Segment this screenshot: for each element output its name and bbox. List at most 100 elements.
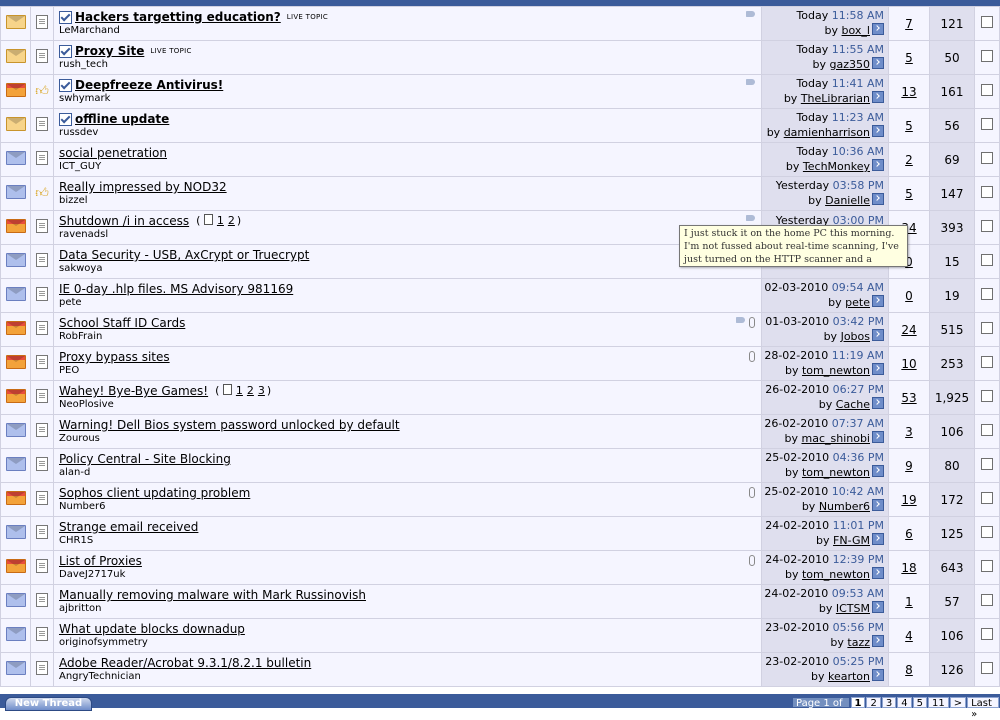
thread-starter[interactable]: RobFrain	[59, 331, 761, 343]
thread-starter[interactable]: swhymark	[59, 93, 761, 105]
last-poster-link[interactable]: tom_newton	[802, 364, 870, 377]
thread-starter[interactable]: DaveJ2717uk	[59, 569, 761, 581]
page-link[interactable]: 1	[850, 697, 866, 709]
thread-starter[interactable]: PEO	[59, 365, 761, 377]
last-poster-link[interactable]: TechMonkey	[803, 160, 870, 173]
go-to-last-post-icon[interactable]	[872, 431, 884, 443]
page-link[interactable]: 11	[927, 697, 949, 709]
go-to-last-post-icon[interactable]	[872, 567, 884, 579]
last-poster-link[interactable]: box_l	[842, 24, 870, 37]
thread-title-link[interactable]: IE 0-day .hlp files. MS Advisory 981169	[59, 282, 293, 296]
thread-select-checkbox[interactable]	[981, 220, 993, 232]
thread-title-link[interactable]: Policy Central - Site Blocking	[59, 452, 231, 466]
last-poster-link[interactable]: Number6	[819, 500, 870, 513]
go-to-last-post-icon[interactable]	[872, 57, 884, 69]
thread-select-checkbox[interactable]	[981, 118, 993, 130]
thread-starter[interactable]: ICT_GUY	[59, 161, 761, 173]
new-thread-button[interactable]: New Thread	[5, 697, 92, 711]
replies-link[interactable]: 6	[905, 527, 913, 541]
replies-link[interactable]: 5	[905, 119, 913, 133]
thread-page-link[interactable]: 2	[228, 214, 235, 227]
last-poster-link[interactable]: gaz350	[830, 58, 871, 71]
last-poster-link[interactable]: damienharrison	[784, 126, 870, 139]
page-link[interactable]: 4	[897, 697, 912, 709]
replies-link[interactable]: 5	[905, 51, 913, 65]
thread-title-link[interactable]: School Staff ID Cards	[59, 316, 185, 330]
thread-title-link[interactable]: Really impressed by NOD32	[59, 180, 227, 194]
replies-link[interactable]: 5	[905, 187, 913, 201]
go-to-last-post-icon[interactable]	[872, 23, 884, 35]
last-poster-link[interactable]: Jobos	[841, 330, 870, 343]
replies-link[interactable]: 19	[901, 493, 916, 507]
go-to-last-post-icon[interactable]	[872, 533, 884, 545]
thread-starter[interactable]: originofsymmetry	[59, 637, 761, 649]
thread-title-link[interactable]: Adobe Reader/Acrobat 9.3.1/8.2.1 bulleti…	[59, 656, 311, 670]
go-to-last-post-icon[interactable]	[872, 193, 884, 205]
thread-select-checkbox[interactable]	[981, 492, 993, 504]
thread-select-checkbox[interactable]	[981, 186, 993, 198]
thread-title-link[interactable]: What update blocks downadup	[59, 622, 245, 636]
replies-link[interactable]: 2	[905, 153, 913, 167]
thread-select-checkbox[interactable]	[981, 458, 993, 470]
go-to-last-post-icon[interactable]	[872, 159, 884, 171]
thread-select-checkbox[interactable]	[981, 356, 993, 368]
thread-select-checkbox[interactable]	[981, 152, 993, 164]
thread-starter[interactable]: russdev	[59, 127, 761, 139]
thread-select-checkbox[interactable]	[981, 628, 993, 640]
thread-title-link[interactable]: Deepfreeze Antivirus!	[75, 78, 223, 92]
thread-title-link[interactable]: Data Security - USB, AxCrypt or Truecryp…	[59, 248, 309, 262]
thread-title-link[interactable]: offline update	[75, 112, 169, 126]
page-link[interactable]: 3	[881, 697, 897, 709]
replies-link[interactable]: 1	[905, 595, 913, 609]
last-poster-link[interactable]: ICTSM	[836, 602, 870, 615]
replies-link[interactable]: 13	[901, 85, 916, 99]
go-to-last-post-icon[interactable]	[872, 669, 884, 681]
replies-link[interactable]: 24	[901, 323, 916, 337]
thread-starter[interactable]: ravenadsl	[59, 229, 761, 241]
thread-select-checkbox[interactable]	[981, 16, 993, 28]
last-poster-link[interactable]: TheLibrarian	[801, 92, 870, 105]
thread-title-link[interactable]: Hackers targetting education?	[75, 10, 281, 24]
last-poster-link[interactable]: tom_newton	[802, 466, 870, 479]
last-poster-link[interactable]: FN-GM	[833, 534, 870, 547]
thread-select-checkbox[interactable]	[981, 594, 993, 606]
go-to-last-post-icon[interactable]	[872, 499, 884, 511]
go-to-last-post-icon[interactable]	[872, 465, 884, 477]
last-poster-link[interactable]: tazz	[847, 636, 870, 649]
replies-link[interactable]: 3	[905, 425, 913, 439]
thread-starter[interactable]: Zourous	[59, 433, 761, 445]
go-to-last-post-icon[interactable]	[872, 397, 884, 409]
thread-title-link[interactable]: Warning! Dell Bios system password unloc…	[59, 418, 400, 432]
last-poster-link[interactable]: kearton	[828, 670, 870, 683]
thread-select-checkbox[interactable]	[981, 424, 993, 436]
thread-select-checkbox[interactable]	[981, 526, 993, 538]
last-poster-link[interactable]: Danielle	[825, 194, 870, 207]
thread-title-link[interactable]: Shutdown /i in access	[59, 214, 189, 228]
thread-select-checkbox[interactable]	[981, 390, 993, 402]
replies-link[interactable]: 0	[905, 289, 913, 303]
thread-starter[interactable]: AngryTechnician	[59, 671, 761, 683]
go-to-last-post-icon[interactable]	[872, 635, 884, 647]
thread-select-checkbox[interactable]	[981, 662, 993, 674]
replies-link[interactable]: 53	[901, 391, 916, 405]
thread-page-link[interactable]: 3	[258, 384, 265, 397]
thread-title-link[interactable]: Wahey! Bye-Bye Games!	[59, 384, 208, 398]
replies-link[interactable]: 9	[905, 459, 913, 473]
replies-link[interactable]: 7	[905, 17, 913, 31]
thread-page-link[interactable]: 1	[217, 214, 224, 227]
thread-select-checkbox[interactable]	[981, 322, 993, 334]
last-poster-link[interactable]: mac_shinobi	[801, 432, 870, 445]
thread-starter[interactable]: CHR1S	[59, 535, 761, 547]
thread-starter[interactable]: ajbritton	[59, 603, 761, 615]
thread-title-link[interactable]: social penetration	[59, 146, 167, 160]
go-to-last-post-icon[interactable]	[872, 125, 884, 137]
replies-link[interactable]: 18	[901, 561, 916, 575]
replies-link[interactable]: 8	[905, 663, 913, 677]
thread-title-link[interactable]: Proxy Site	[75, 44, 144, 58]
thread-title-link[interactable]: Sophos client updating problem	[59, 486, 250, 500]
page-link[interactable]: 2	[866, 697, 881, 709]
last-poster-link[interactable]: pete	[845, 296, 870, 309]
thread-select-checkbox[interactable]	[981, 84, 993, 96]
thread-title-link[interactable]: List of Proxies	[59, 554, 142, 568]
thread-starter[interactable]: Number6	[59, 501, 761, 513]
